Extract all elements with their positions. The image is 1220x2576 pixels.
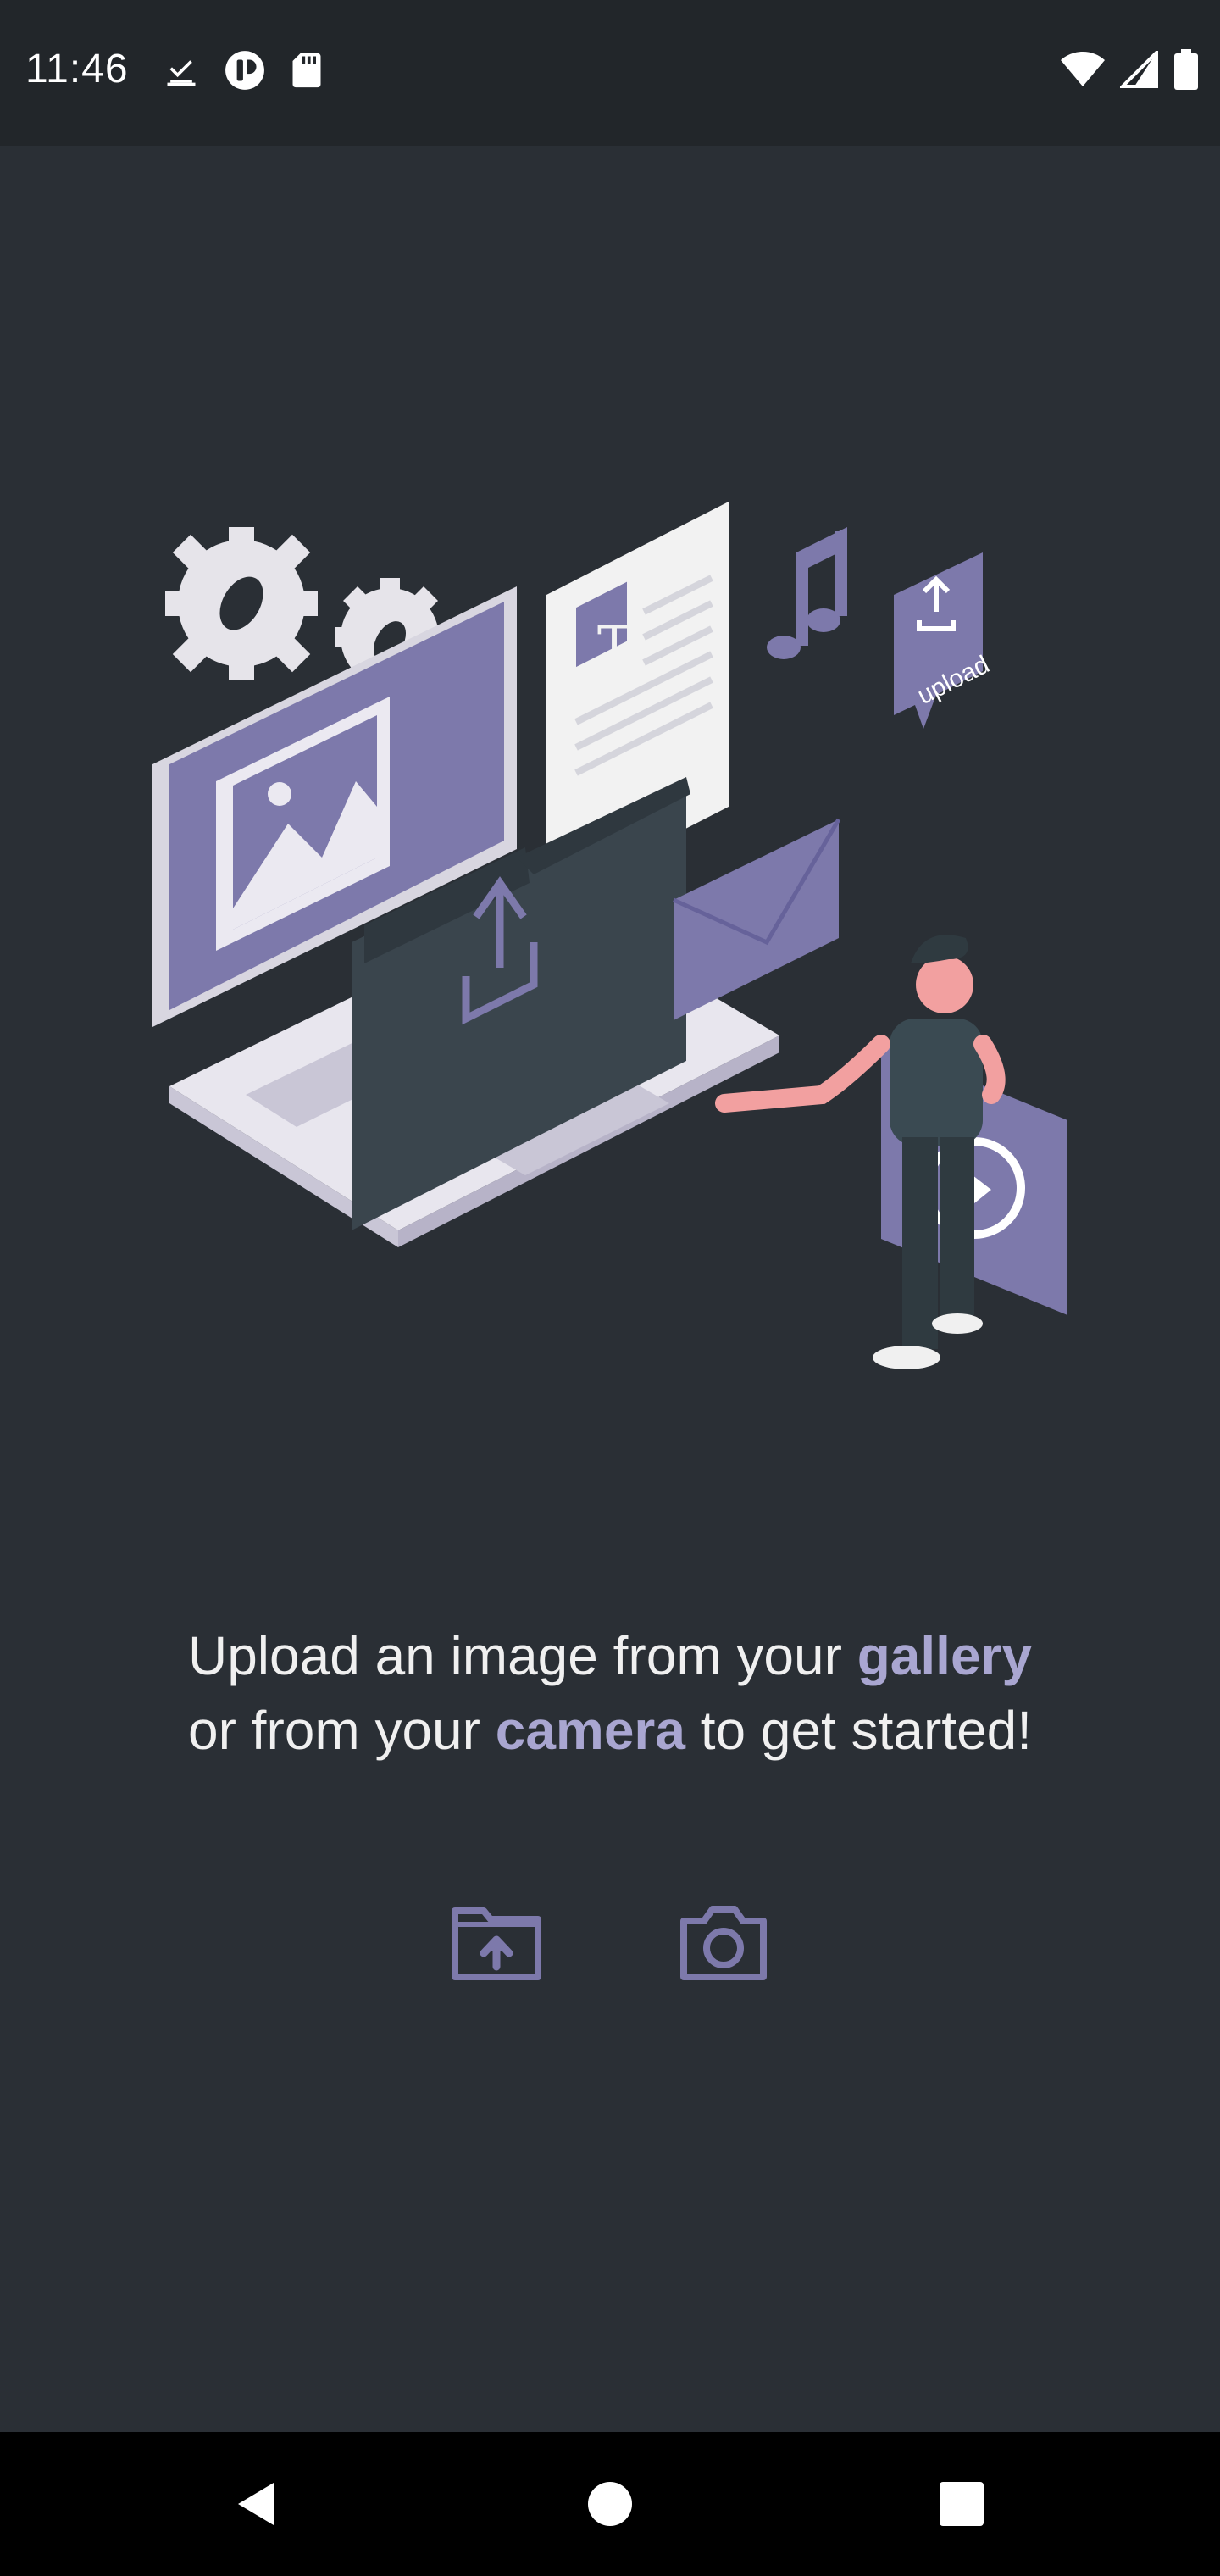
person-illustration <box>715 935 1006 1369</box>
status-bar: 11:46 <box>0 0 1220 146</box>
wifi-icon <box>1061 51 1105 92</box>
app-notification-icon <box>224 49 266 96</box>
upload-illustration: T upload <box>144 502 1084 1434</box>
gear-large-icon <box>165 527 318 680</box>
envelope-illustration <box>672 818 841 1020</box>
status-time: 11:46 <box>25 47 129 92</box>
back-icon <box>238 2483 274 2525</box>
upload-prompt: Upload an image from your gallery or fro… <box>0 1618 1220 1768</box>
gallery-highlight: gallery <box>857 1625 1033 1686</box>
document-letter: T <box>597 616 631 675</box>
camera-highlight: camera <box>495 1700 685 1761</box>
music-note-icon <box>767 527 847 659</box>
action-buttons <box>0 1893 1220 1995</box>
sd-card-icon <box>290 52 324 93</box>
status-system-icons <box>1061 48 1198 94</box>
status-notification-icons <box>163 49 324 96</box>
back-button[interactable] <box>219 2466 295 2542</box>
prompt-line-1: Upload an image from your gallery <box>187 1625 1033 1686</box>
recents-icon <box>940 2482 984 2526</box>
upload-badge: upload <box>894 552 994 729</box>
gallery-button[interactable] <box>446 1893 547 1995</box>
camera-icon <box>680 1905 767 1980</box>
home-icon <box>588 2482 632 2526</box>
main-content: T upload Upload an image from your galle… <box>0 146 1220 2432</box>
recents-button[interactable] <box>923 2466 1000 2542</box>
cell-signal-icon <box>1118 48 1159 92</box>
battery-icon <box>1174 49 1198 94</box>
prompt-line-2: or from your camera to get started! <box>187 1700 1033 1761</box>
navigation-bar <box>0 2432 1220 2576</box>
download-done-icon <box>163 52 200 93</box>
folder-upload-icon <box>452 1907 541 1980</box>
home-button[interactable] <box>572 2466 648 2542</box>
camera-button[interactable] <box>673 1893 774 1995</box>
